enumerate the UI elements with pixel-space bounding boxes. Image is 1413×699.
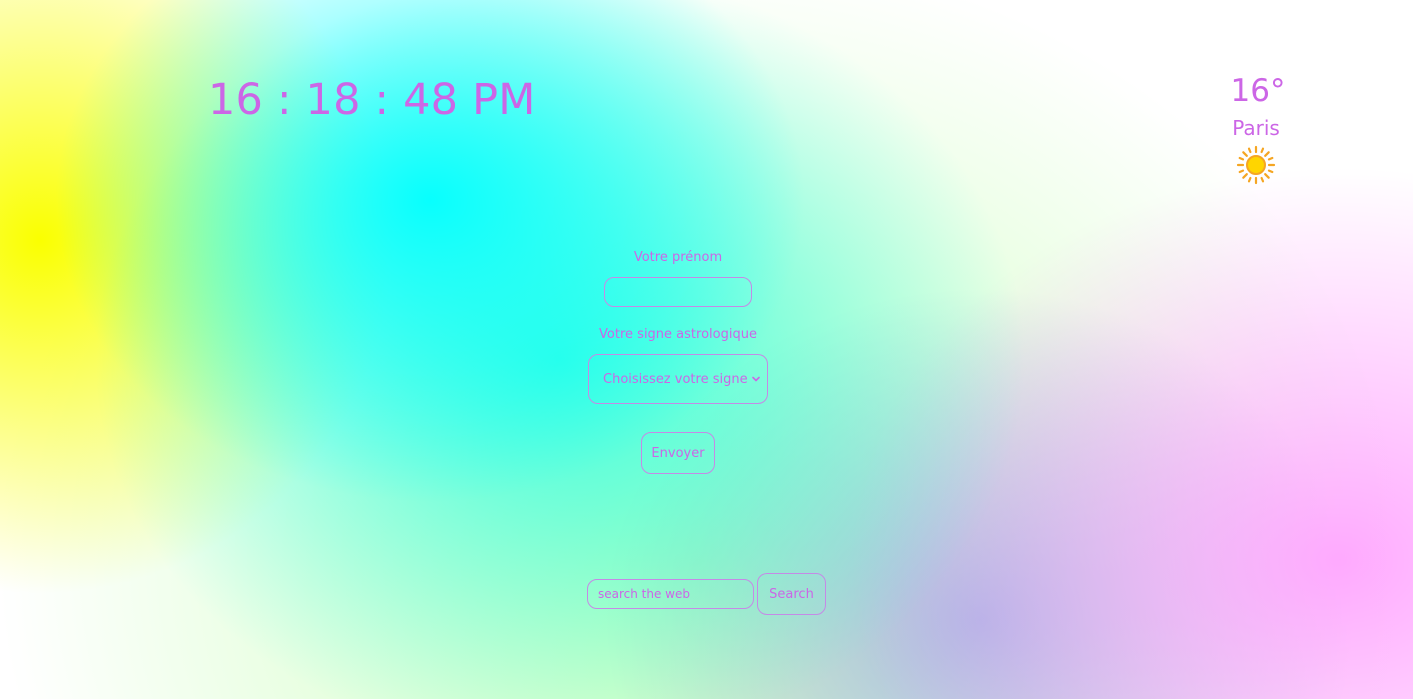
web-search: Search [587,573,826,615]
chevron-down-icon [752,376,760,382]
weather-widget: 16° Paris [1206,72,1306,185]
first-name-input[interactable] [604,277,752,307]
zodiac-sign-label: Votre signe astrologique [599,327,757,342]
sun-icon [1236,145,1276,185]
first-name-label: Votre prénom [633,250,723,265]
weather-temperature: 16° [1230,73,1286,109]
zodiac-sign-select[interactable]: Choisissez votre signe [588,354,768,404]
search-input[interactable] [587,579,754,609]
submit-button[interactable]: Envoyer [641,432,715,474]
zodiac-sign-selected: Choisissez votre signe [603,371,748,387]
search-button[interactable]: Search [757,573,826,615]
horoscope-form: Votre prénom Votre signe astrologique Ch… [528,248,828,474]
weather-city: Paris [1232,116,1280,140]
clock-display: 16 : 18 : 48 PM [208,75,536,125]
